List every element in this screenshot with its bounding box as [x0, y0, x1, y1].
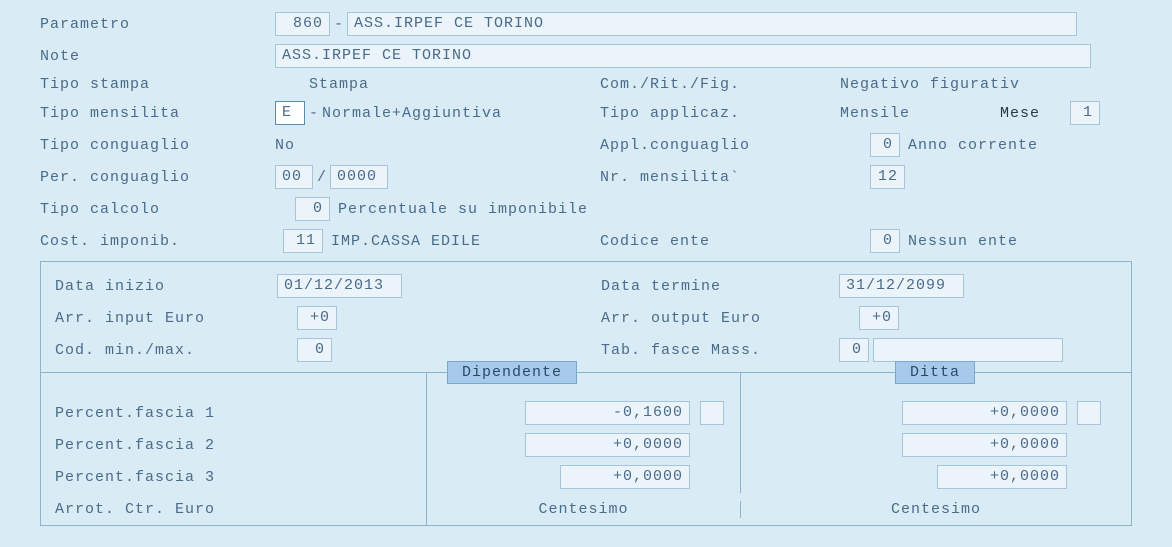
dip-fascia-3[interactable]: +0,0000: [560, 465, 690, 489]
tipo-conguaglio-value: No: [275, 137, 295, 154]
separator: /: [317, 169, 326, 186]
cod-min-max-value[interactable]: 0: [297, 338, 332, 362]
dip-fascia-1-extra[interactable]: [700, 401, 724, 425]
percent-fascia-2-label: Percent.fascia 2: [41, 429, 427, 461]
note-label: Note: [40, 48, 275, 65]
centesimo-ditta: Centesimo: [741, 501, 1131, 518]
data-termine-label: Data termine: [601, 278, 839, 295]
tab-fasce-label: Tab. fasce Mass.: [601, 342, 839, 359]
ditta-fascia-2[interactable]: +0,0000: [902, 433, 1067, 457]
dipendente-header: Dipendente: [447, 361, 577, 384]
dip-fascia-2[interactable]: +0,0000: [525, 433, 690, 457]
mese-value[interactable]: 1: [1070, 101, 1100, 125]
arr-output-label: Arr. output Euro: [601, 310, 859, 327]
tab-fasce-desc[interactable]: [873, 338, 1063, 362]
cost-imponib-label: Cost. imponib.: [40, 233, 275, 250]
separator: -: [309, 105, 318, 122]
tipo-applicaz-label: Tipo applicaz.: [600, 105, 840, 122]
tipo-calcolo-code[interactable]: 0: [295, 197, 330, 221]
cost-imponib-desc: IMP.CASSA EDILE: [331, 233, 481, 250]
per-conguaglio-yyyy[interactable]: 0000: [330, 165, 388, 189]
ditta-fascia-3[interactable]: +0,0000: [937, 465, 1067, 489]
per-conguaglio-mm[interactable]: 00: [275, 165, 313, 189]
arr-output-value[interactable]: +0: [859, 306, 899, 330]
ditta-fascia-1[interactable]: +0,0000: [902, 401, 1067, 425]
parametro-code[interactable]: 860: [275, 12, 330, 36]
dip-fascia-1[interactable]: -0,1600: [525, 401, 690, 425]
cod-min-max-label: Cod. min./max.: [55, 342, 277, 359]
details-box: Data inizio 01/12/2013 Data termine 31/1…: [40, 261, 1132, 526]
tipo-calcolo-label: Tipo calcolo: [40, 201, 275, 218]
com-rit-fig-label: Com./Rit./Fig.: [600, 76, 840, 93]
ditta-header: Ditta: [895, 361, 975, 384]
parametro-label: Parametro: [40, 16, 275, 33]
data-inizio-value[interactable]: 01/12/2013: [277, 274, 402, 298]
appl-conguaglio-desc: Anno corrente: [908, 137, 1038, 154]
tipo-applicaz-value: Mensile: [840, 105, 1000, 122]
tipo-mensilita-label: Tipo mensilita: [40, 105, 275, 122]
separator: -: [334, 16, 343, 33]
tipo-mensilita-desc: Normale+Aggiuntiva: [322, 105, 502, 122]
per-conguaglio-label: Per. conguaglio: [40, 169, 275, 186]
codice-ente-code[interactable]: 0: [870, 229, 900, 253]
tipo-mensilita-code[interactable]: E: [275, 101, 305, 125]
data-inizio-label: Data inizio: [55, 278, 277, 295]
tab-fasce-value[interactable]: 0: [839, 338, 869, 362]
appl-conguaglio-code[interactable]: 0: [870, 133, 900, 157]
centesimo-dip: Centesimo: [427, 501, 741, 518]
nr-mensilita-value[interactable]: 12: [870, 165, 905, 189]
cost-imponib-code[interactable]: 11: [283, 229, 323, 253]
com-rit-fig-value: Negativo figurativ: [840, 76, 1020, 93]
arr-input-label: Arr. input Euro: [55, 310, 277, 327]
ditta-fascia-1-extra[interactable]: [1077, 401, 1101, 425]
parametro-desc[interactable]: ASS.IRPEF CE TORINO: [347, 12, 1077, 36]
appl-conguaglio-label: Appl.conguaglio: [600, 137, 870, 154]
arrot-ctr-label: Arrot. Ctr. Euro: [41, 493, 427, 525]
arr-input-value[interactable]: +0: [297, 306, 337, 330]
data-termine-value[interactable]: 31/12/2099: [839, 274, 964, 298]
percent-fascia-1-label: Percent.fascia 1: [41, 397, 427, 429]
mese-label: Mese: [1000, 105, 1040, 122]
tipo-stampa-label: Tipo stampa: [40, 76, 275, 93]
percent-fascia-3-label: Percent.fascia 3: [41, 461, 427, 493]
note-field[interactable]: ASS.IRPEF CE TORINO: [275, 44, 1091, 68]
tipo-calcolo-desc: Percentuale su imponibile: [338, 201, 588, 218]
codice-ente-label: Codice ente: [600, 233, 870, 250]
tipo-conguaglio-label: Tipo conguaglio: [40, 137, 275, 154]
nr-mensilita-label: Nr. mensilita`: [600, 169, 870, 186]
codice-ente-desc: Nessun ente: [908, 233, 1018, 250]
tipo-stampa-value: Stampa: [309, 76, 369, 93]
